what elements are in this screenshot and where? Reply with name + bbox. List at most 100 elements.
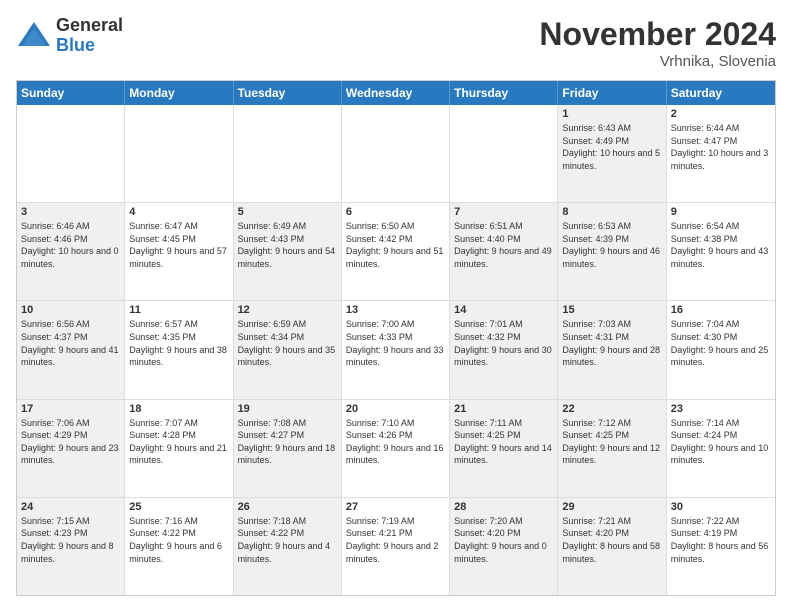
day-info: Sunrise: 6:47 AM Sunset: 4:45 PM Dayligh… (129, 220, 228, 270)
day-number: 23 (671, 403, 771, 415)
day-info: Sunrise: 7:16 AM Sunset: 4:22 PM Dayligh… (129, 515, 228, 565)
day-number: 13 (346, 304, 445, 316)
calendar-row-3: 17Sunrise: 7:06 AM Sunset: 4:29 PM Dayli… (17, 400, 775, 498)
calendar-cell-1-5: 8Sunrise: 6:53 AM Sunset: 4:39 PM Daylig… (558, 203, 666, 300)
day-info: Sunrise: 6:43 AM Sunset: 4:49 PM Dayligh… (562, 122, 661, 172)
day-number: 4 (129, 206, 228, 218)
day-info: Sunrise: 6:46 AM Sunset: 4:46 PM Dayligh… (21, 220, 120, 270)
day-info: Sunrise: 7:00 AM Sunset: 4:33 PM Dayligh… (346, 318, 445, 368)
day-number: 19 (238, 403, 337, 415)
day-info: Sunrise: 6:49 AM Sunset: 4:43 PM Dayligh… (238, 220, 337, 270)
day-info: Sunrise: 7:10 AM Sunset: 4:26 PM Dayligh… (346, 417, 445, 467)
calendar-cell-2-1: 11 Sunrise: 6:57 AM Sunset: 4:35 PM Dayli… (125, 301, 233, 398)
header-sunday: Sunday (17, 81, 125, 105)
day-info: Sunrise: 6:57 AM Sunset: 4:35 PM Dayligh… (129, 318, 228, 368)
calendar-row-4: 24 Sunrise: 7:15 AM Sunset: 4:23 PM Dayli… (17, 498, 775, 595)
calendar-cell-0-5: 1Sunrise: 6:43 AM Sunset: 4:49 PM Daylig… (558, 105, 666, 202)
calendar-cell-3-0: 17Sunrise: 7:06 AM Sunset: 4:29 PM Dayli… (17, 400, 125, 497)
day-info: Sunrise: 7:01 AM Sunset: 4:32 PM Dayligh… (454, 318, 553, 368)
page: General Blue November 2024 Vrhnika, Slov… (0, 0, 792, 612)
calendar-cell-4-2: 26 Sunrise: 7:18 AM Sunset: 4:22 PM Dayli… (234, 498, 342, 595)
day-number: 5 (238, 206, 337, 218)
day-info: Sunrise: 6:50 AM Sunset: 4:42 PM Dayligh… (346, 220, 445, 270)
day-number: 21 (454, 403, 553, 415)
calendar-cell-3-3: 20 Sunrise: 7:10 AM Sunset: 4:26 PM Dayli… (342, 400, 450, 497)
day-info: Sunrise: 6:51 AM Sunset: 4:40 PM Dayligh… (454, 220, 553, 270)
calendar-cell-0-4 (450, 105, 558, 202)
calendar-row-0: 1Sunrise: 6:43 AM Sunset: 4:49 PM Daylig… (17, 105, 775, 203)
calendar-header: Sunday Monday Tuesday Wednesday Thursday… (17, 81, 775, 105)
calendar-row-2: 10 Sunrise: 6:56 AM Sunset: 4:37 PM Dayli… (17, 301, 775, 399)
day-info: Sunrise: 6:56 AM Sunset: 4:37 PM Dayligh… (21, 318, 120, 368)
day-number: 3 (21, 206, 120, 218)
calendar-cell-1-1: 4 Sunrise: 6:47 AM Sunset: 4:45 PM Daylig… (125, 203, 233, 300)
calendar-cell-2-0: 10 Sunrise: 6:56 AM Sunset: 4:37 PM Dayli… (17, 301, 125, 398)
header-wednesday: Wednesday (342, 81, 450, 105)
calendar-cell-2-5: 15Sunrise: 7:03 AM Sunset: 4:31 PM Dayli… (558, 301, 666, 398)
calendar-cell-3-1: 18 Sunrise: 7:07 AM Sunset: 4:28 PM Dayli… (125, 400, 233, 497)
day-number: 30 (671, 501, 771, 513)
day-number: 27 (346, 501, 445, 513)
logo-blue-text: Blue (56, 36, 123, 56)
day-number: 14 (454, 304, 553, 316)
day-info: Sunrise: 7:08 AM Sunset: 4:27 PM Dayligh… (238, 417, 337, 467)
location: Vrhnika, Slovenia (539, 53, 776, 70)
header-tuesday: Tuesday (234, 81, 342, 105)
calendar-body: 1Sunrise: 6:43 AM Sunset: 4:49 PM Daylig… (17, 105, 775, 595)
day-info: Sunrise: 7:22 AM Sunset: 4:19 PM Dayligh… (671, 515, 771, 565)
calendar-cell-4-1: 25 Sunrise: 7:16 AM Sunset: 4:22 PM Dayli… (125, 498, 233, 595)
calendar-cell-1-3: 6 Sunrise: 6:50 AM Sunset: 4:42 PM Daylig… (342, 203, 450, 300)
calendar-cell-1-6: 9Sunrise: 6:54 AM Sunset: 4:38 PM Daylig… (667, 203, 775, 300)
calendar-cell-0-0 (17, 105, 125, 202)
title-block: November 2024 Vrhnika, Slovenia (539, 16, 776, 70)
calendar-cell-3-5: 22Sunrise: 7:12 AM Sunset: 4:25 PM Dayli… (558, 400, 666, 497)
calendar-cell-0-2 (234, 105, 342, 202)
day-info: Sunrise: 6:59 AM Sunset: 4:34 PM Dayligh… (238, 318, 337, 368)
calendar-cell-2-6: 16 Sunrise: 7:04 AM Sunset: 4:30 PM Dayli… (667, 301, 775, 398)
day-info: Sunrise: 7:12 AM Sunset: 4:25 PM Dayligh… (562, 417, 661, 467)
calendar-cell-0-3 (342, 105, 450, 202)
day-info: Sunrise: 7:19 AM Sunset: 4:21 PM Dayligh… (346, 515, 445, 565)
day-number: 20 (346, 403, 445, 415)
day-info: Sunrise: 7:15 AM Sunset: 4:23 PM Dayligh… (21, 515, 120, 565)
day-number: 6 (346, 206, 445, 218)
month-title: November 2024 (539, 16, 776, 53)
day-number: 9 (671, 206, 771, 218)
calendar-cell-4-3: 27 Sunrise: 7:19 AM Sunset: 4:21 PM Dayli… (342, 498, 450, 595)
day-number: 11 (129, 304, 228, 316)
day-number: 26 (238, 501, 337, 513)
calendar-cell-0-6: 2 Sunrise: 6:44 AM Sunset: 4:47 PM Daylig… (667, 105, 775, 202)
header-thursday: Thursday (450, 81, 558, 105)
calendar: Sunday Monday Tuesday Wednesday Thursday… (16, 80, 776, 596)
day-number: 10 (21, 304, 120, 316)
day-number: 7 (454, 206, 553, 218)
day-info: Sunrise: 7:11 AM Sunset: 4:25 PM Dayligh… (454, 417, 553, 467)
day-info: Sunrise: 7:20 AM Sunset: 4:20 PM Dayligh… (454, 515, 553, 565)
day-info: Sunrise: 7:06 AM Sunset: 4:29 PM Dayligh… (21, 417, 120, 467)
day-number: 29 (562, 501, 661, 513)
day-number: 2 (671, 108, 771, 120)
calendar-cell-4-6: 30 Sunrise: 7:22 AM Sunset: 4:19 PM Dayli… (667, 498, 775, 595)
day-number: 18 (129, 403, 228, 415)
header-friday: Friday (558, 81, 666, 105)
day-number: 24 (21, 501, 120, 513)
header: General Blue November 2024 Vrhnika, Slov… (16, 16, 776, 70)
calendar-cell-4-4: 28Sunrise: 7:20 AM Sunset: 4:20 PM Dayli… (450, 498, 558, 595)
day-info: Sunrise: 7:18 AM Sunset: 4:22 PM Dayligh… (238, 515, 337, 565)
day-info: Sunrise: 6:53 AM Sunset: 4:39 PM Dayligh… (562, 220, 661, 270)
day-number: 25 (129, 501, 228, 513)
calendar-row-1: 3 Sunrise: 6:46 AM Sunset: 4:46 PM Daylig… (17, 203, 775, 301)
day-info: Sunrise: 6:44 AM Sunset: 4:47 PM Dayligh… (671, 122, 771, 172)
calendar-cell-2-2: 12 Sunrise: 6:59 AM Sunset: 4:34 PM Dayli… (234, 301, 342, 398)
day-number: 16 (671, 304, 771, 316)
calendar-cell-1-0: 3 Sunrise: 6:46 AM Sunset: 4:46 PM Daylig… (17, 203, 125, 300)
calendar-cell-4-0: 24 Sunrise: 7:15 AM Sunset: 4:23 PM Dayli… (17, 498, 125, 595)
calendar-cell-3-2: 19 Sunrise: 7:08 AM Sunset: 4:27 PM Dayli… (234, 400, 342, 497)
day-info: Sunrise: 7:21 AM Sunset: 4:20 PM Dayligh… (562, 515, 661, 565)
logo: General Blue (16, 16, 123, 56)
day-info: Sunrise: 7:07 AM Sunset: 4:28 PM Dayligh… (129, 417, 228, 467)
calendar-cell-4-5: 29 Sunrise: 7:21 AM Sunset: 4:20 PM Dayli… (558, 498, 666, 595)
day-info: Sunrise: 7:04 AM Sunset: 4:30 PM Dayligh… (671, 318, 771, 368)
day-number: 12 (238, 304, 337, 316)
header-saturday: Saturday (667, 81, 775, 105)
